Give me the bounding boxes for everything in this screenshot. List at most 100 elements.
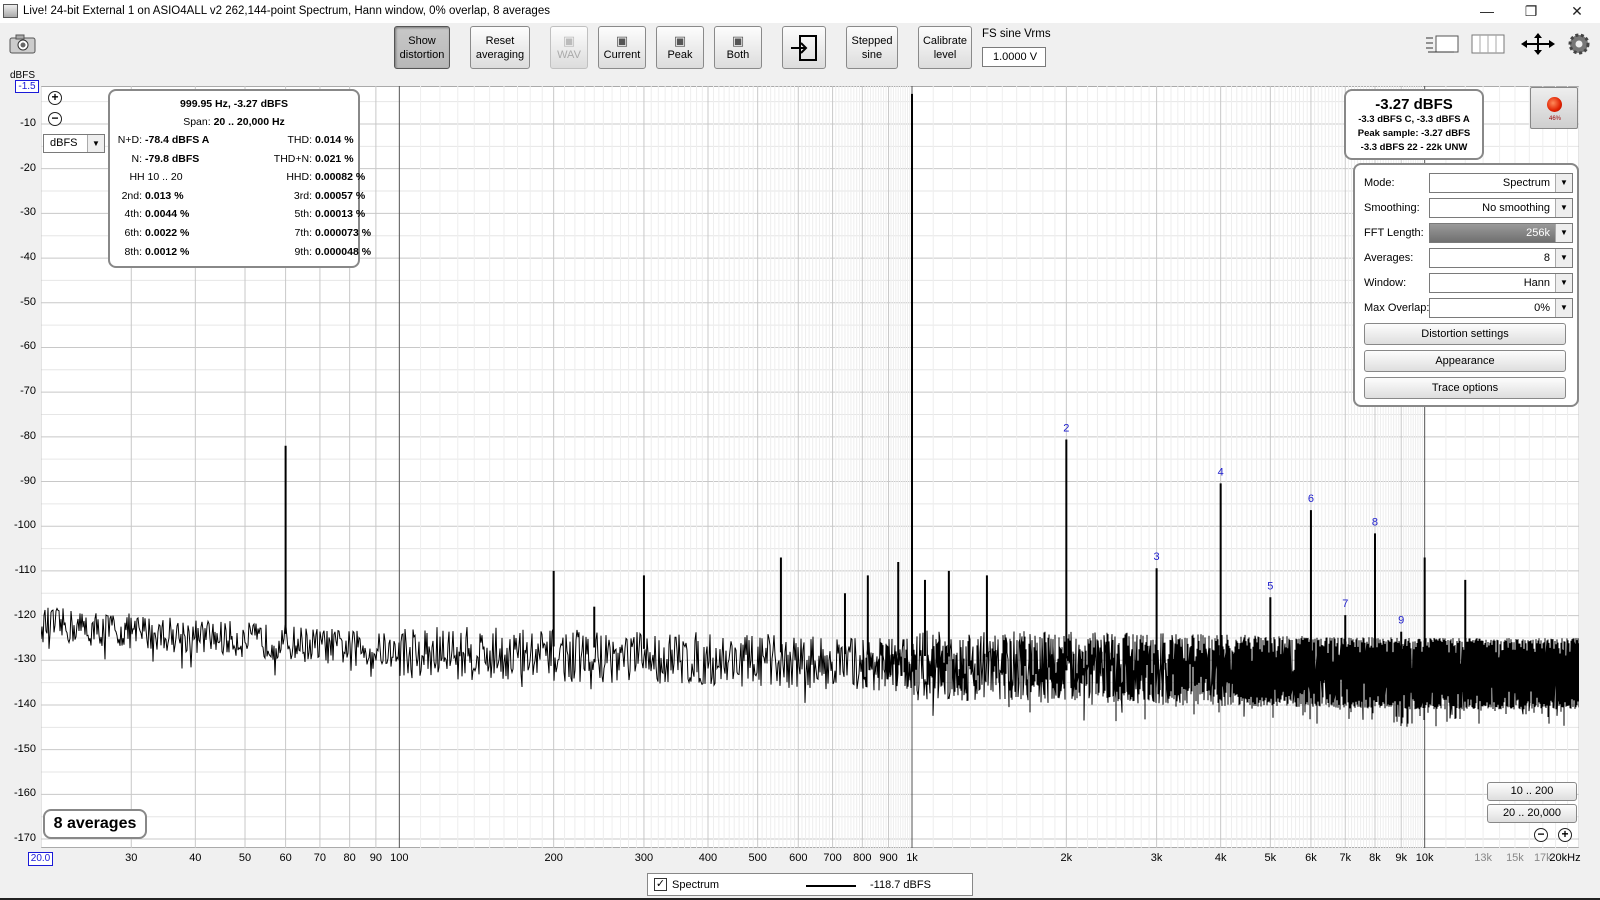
appearance-button[interactable]: Appearance [1364, 350, 1566, 372]
fs-sine-input[interactable]: 1.0000 V [982, 47, 1046, 67]
settings-panel: Mode: Spectrum ▼ Smoothing: No smoothing ▼… [1353, 163, 1579, 407]
record-button[interactable]: 46% [1530, 87, 1578, 129]
zoom-in-x-icon[interactable]: + [1558, 828, 1572, 842]
distortion-header: 999.95 Hz, -3.27 dBFS [180, 98, 288, 110]
y-tick-label: -60 [20, 340, 36, 353]
x-left-value[interactable]: 20.0 [28, 852, 53, 866]
calibrate-level-label-1: Calibrate [922, 34, 968, 47]
save-icon: ▣ [562, 32, 576, 48]
distortion-panel: 999.95 Hz, -3.27 dBFS Span: 20 .. 20,000… [108, 89, 371, 268]
x-tick-label: 8k [1369, 852, 1381, 864]
columns-icon[interactable] [1470, 33, 1506, 55]
peak-label: Peak [667, 48, 693, 61]
camera-icon[interactable] [8, 33, 38, 55]
harmonic-label: 3 [1154, 551, 1160, 563]
distortion-label: 3rd: [293, 189, 312, 202]
maximize-button[interactable]: ❐ [1508, 0, 1554, 23]
trace-options-button[interactable]: Trace options [1364, 377, 1566, 399]
harmonic-label: 4 [1218, 466, 1224, 478]
close-button[interactable]: ✕ [1554, 0, 1600, 23]
save-both-button[interactable]: ▣ Both [714, 26, 762, 69]
mode-select[interactable]: Spectrum ▼ [1429, 173, 1573, 193]
calibrate-level-button[interactable]: Calibrate level [918, 26, 972, 69]
window-label: Window: [1364, 277, 1407, 289]
distortion-settings-button[interactable]: Distortion settings [1364, 323, 1566, 345]
spectrum-checkbox[interactable]: ✓ [654, 878, 667, 891]
title-bar: Live! 24-bit External 1 on ASIO4ALL v2 2… [0, 0, 1600, 23]
wav-button[interactable]: ▣ WAV [550, 26, 588, 69]
window-select[interactable]: Hann ▼ [1429, 273, 1573, 293]
distortion-label: N: [131, 152, 143, 165]
distortion-label: THD: [287, 134, 313, 146]
x-tick-label: 100 [390, 852, 409, 864]
chevron-down-icon: ▼ [1555, 249, 1572, 267]
x-tick-label: 80 [343, 852, 356, 864]
zoom-in-y-icon[interactable]: + [48, 91, 62, 105]
x-tick-label: 70 [313, 852, 327, 864]
save-current-button[interactable]: ▣ Current [598, 26, 646, 69]
range-10-200-button[interactable]: 10 .. 200 [1487, 782, 1577, 801]
current-label: Current [603, 48, 641, 61]
distortion-value: 0.000073 % [315, 227, 372, 239]
fit-arrows-icon[interactable] [1520, 33, 1556, 55]
chevron-down-icon: ▼ [1555, 174, 1572, 192]
y-tick-label: -90 [20, 474, 36, 487]
fft-length-select[interactable]: 256k ▼ [1429, 223, 1573, 243]
calibrate-level-label-2: level [933, 48, 957, 61]
distortion-value: 0.00082 % [315, 171, 366, 184]
layout-icon[interactable] [1424, 33, 1460, 55]
x-tick-label: 10k [1415, 852, 1434, 864]
zoom-out-y-icon[interactable]: − [48, 112, 62, 126]
unit-select[interactable]: dBFS ▼ [43, 134, 105, 153]
level-panel: -3.27 dBFS -3.3 dBFS C, -3.3 dBFS A Peak… [1344, 89, 1484, 160]
mode-row: Mode: Spectrum ▼ [1364, 173, 1574, 193]
x-tick-label: 2k [1060, 852, 1073, 864]
y-tick-label: -50 [20, 295, 36, 308]
range-20-20000-button[interactable]: 20 .. 20,000 [1487, 804, 1577, 823]
y-tick-label: -120 [13, 608, 36, 621]
averages-label: Averages: [1364, 252, 1414, 264]
harmonic-label: 9 [1398, 615, 1404, 627]
smoothing-select[interactable]: No smoothing ▼ [1429, 198, 1573, 218]
harmonic-label: 2 [1063, 423, 1069, 435]
distortion-label: THD+N: [273, 152, 312, 165]
fs-sine-label: FS sine Vrms [982, 28, 1051, 40]
chevron-down-icon: ▼ [1555, 299, 1572, 317]
both-label: Both [726, 48, 750, 61]
zoom-out-x-icon[interactable]: − [1534, 828, 1548, 842]
reset-averaging-button[interactable]: Reset averaging [470, 26, 530, 69]
import-button[interactable] [782, 26, 826, 69]
chevron-down-icon: ▼ [87, 135, 104, 152]
mode-value: Spectrum [1502, 177, 1550, 189]
averages-value: 8 [1543, 252, 1550, 264]
x-tick-label: 7k [1339, 852, 1352, 864]
window-value: Hann [1523, 277, 1550, 289]
legend-trace-value: -118.7 dBFS [870, 879, 931, 891]
distortion-value: 0.00057 % [315, 189, 366, 202]
x-tick-label: 13k [1474, 852, 1492, 864]
show-distortion-button[interactable]: Show distortion [394, 26, 450, 69]
x-tick-label: 40 [189, 852, 202, 864]
distortion-label: HHD: [286, 171, 312, 184]
chevron-down-icon: ▼ [1555, 224, 1572, 242]
minimize-button[interactable]: — [1464, 0, 1510, 23]
y-tick-label: -10 [20, 116, 36, 129]
trace-legend: ✓ Spectrum -118.7 dBFS [647, 873, 973, 896]
stepped-sine-label-2: sine [861, 48, 883, 61]
distortion-label: 9th: [294, 245, 312, 258]
x-tick-label: 800 [853, 852, 872, 864]
harmonic-label: 6 [1308, 493, 1314, 505]
x-tick-label: 5k [1264, 852, 1277, 864]
distortion-value: 0.021 % [315, 152, 354, 165]
distortion-label: 6th: [124, 227, 142, 239]
overlap-select[interactable]: 0% ▼ [1429, 298, 1573, 318]
y-top-value[interactable]: -1.5 [15, 80, 39, 93]
averages-select[interactable]: 8 ▼ [1429, 248, 1573, 268]
save-icon: ▣ [731, 32, 745, 48]
save-icon: ▣ [673, 32, 687, 48]
x-tick-label: 15k [1506, 852, 1524, 864]
gear-icon[interactable] [1567, 32, 1591, 56]
stepped-sine-button[interactable]: Stepped sine [846, 26, 898, 69]
save-peak-button[interactable]: ▣ Peak [656, 26, 704, 69]
smoothing-value: No smoothing [1482, 202, 1550, 214]
